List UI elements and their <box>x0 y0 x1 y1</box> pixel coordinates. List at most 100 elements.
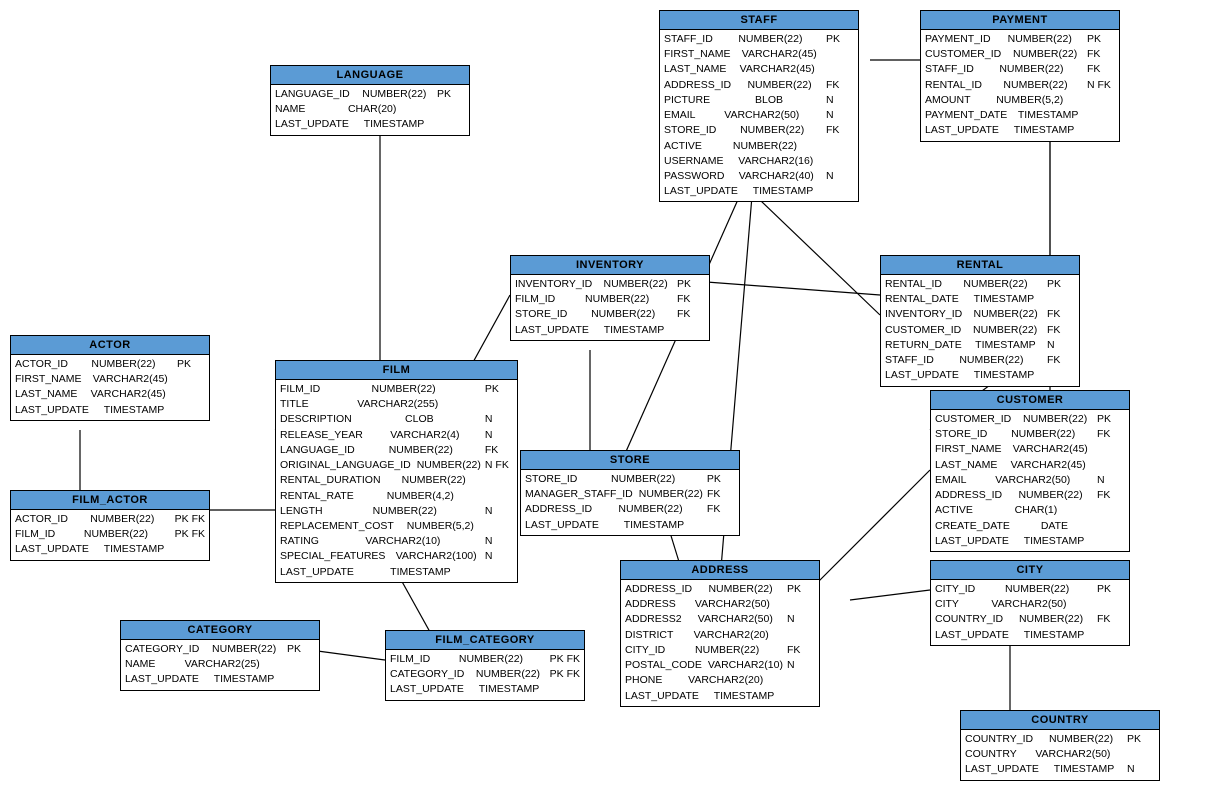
table-row: LANGUAGE_IDNUMBER(22)PK <box>275 87 465 102</box>
col-type: NUMBER(22) <box>999 62 1063 77</box>
col-name: PASSWORD <box>664 169 724 184</box>
table-row: USERNAMEVARCHAR2(16) <box>664 154 854 169</box>
table-row: DESCRIPTIONCLOBN <box>280 412 513 427</box>
col-key: FK <box>1047 323 1075 338</box>
col-type: NUMBER(22) <box>373 504 437 519</box>
table-header-staff: STAFF <box>660 11 858 30</box>
col-name: LAST_UPDATE <box>280 565 354 580</box>
col-key: PK <box>787 582 815 597</box>
col-key: FK <box>677 292 705 307</box>
col-key <box>437 102 465 117</box>
col-key: PK <box>1047 277 1075 292</box>
table-row: LAST_UPDATETIMESTAMP <box>280 565 513 580</box>
table-row: ADDRESS_IDNUMBER(22)FK <box>664 78 854 93</box>
table-row: ORIGINAL_LANGUAGE_IDNUMBER(22)N FK <box>280 458 513 473</box>
col-key <box>707 518 735 533</box>
table-row: ACTOR_IDNUMBER(22)PK <box>15 357 205 372</box>
table-row: INVENTORY_IDNUMBER(22)PK <box>515 277 705 292</box>
table-row: CITY_IDNUMBER(22)PK <box>935 582 1125 597</box>
table-row: SPECIAL_FEATURESVARCHAR2(100)N <box>280 549 513 564</box>
col-type: NUMBER(22) <box>1023 412 1087 427</box>
col-type: TIMESTAMP <box>104 542 164 557</box>
table-body-rental: RENTAL_IDNUMBER(22)PKRENTAL_DATETIMESTAM… <box>881 275 1079 386</box>
col-name: COUNTRY <box>965 747 1017 762</box>
col-type: NUMBER(22) <box>959 353 1023 368</box>
table-row: STORE_IDNUMBER(22)FK <box>515 307 705 322</box>
table-staff: STAFFSTAFF_IDNUMBER(22)PKFIRST_NAMEVARCH… <box>659 10 859 202</box>
table-header-film: FILM <box>276 361 517 380</box>
col-name: ORIGINAL_LANGUAGE_ID <box>280 458 411 473</box>
col-type: TIMESTAMP <box>624 518 684 533</box>
col-type: VARCHAR2(4) <box>390 428 459 443</box>
table-row: ACTOR_IDNUMBER(22)PK FK <box>15 512 205 527</box>
col-type: VARCHAR2(10) <box>365 534 440 549</box>
col-key <box>826 139 854 154</box>
table-row: FILM_IDNUMBER(22)PK FK <box>15 527 205 542</box>
table-header-inventory: INVENTORY <box>511 256 709 275</box>
table-payment: PAYMENTPAYMENT_IDNUMBER(22)PKCUSTOMER_ID… <box>920 10 1120 142</box>
col-type: NUMBER(4,2) <box>387 489 454 504</box>
col-name: COUNTRY_ID <box>935 612 1003 627</box>
col-type: CHAR(1) <box>1015 503 1058 518</box>
table-body-city: CITY_IDNUMBER(22)PKCITYVARCHAR2(50)COUNT… <box>931 580 1129 645</box>
table-row: CITYVARCHAR2(50) <box>935 597 1125 612</box>
col-type: VARCHAR2(50) <box>724 108 799 123</box>
col-name: EMAIL <box>664 108 696 123</box>
table-row: DISTRICTVARCHAR2(20) <box>625 628 815 643</box>
col-key: N FK <box>485 458 513 473</box>
table-row: RETURN_DATETIMESTAMPN <box>885 338 1075 353</box>
col-name: COUNTRY_ID <box>965 732 1033 747</box>
col-key: FK <box>1087 62 1115 77</box>
col-type: VARCHAR2(45) <box>1011 458 1086 473</box>
col-key: PK FK <box>175 512 205 527</box>
col-type: TIMESTAMP <box>364 117 424 132</box>
col-name: CITY_ID <box>935 582 975 597</box>
table-store: STORESTORE_IDNUMBER(22)PKMANAGER_STAFF_I… <box>520 450 740 536</box>
table-header-city: CITY <box>931 561 1129 580</box>
col-type: NUMBER(22) <box>362 87 426 102</box>
table-row: RENTAL_IDNUMBER(22)N FK <box>925 78 1115 93</box>
col-type: TIMESTAMP <box>1024 534 1084 549</box>
col-key <box>1097 458 1125 473</box>
table-category: CATEGORYCATEGORY_IDNUMBER(22)PKNAMEVARCH… <box>120 620 320 691</box>
table-body-customer: CUSTOMER_IDNUMBER(22)PKSTORE_IDNUMBER(22… <box>931 410 1129 551</box>
col-type: NUMBER(22) <box>212 642 276 657</box>
col-key <box>826 184 854 199</box>
col-name: LAST_NAME <box>15 387 77 402</box>
col-name: ACTIVE <box>935 503 973 518</box>
col-name: ADDRESS_ID <box>664 78 731 93</box>
table-row: LAST_UPDATETIMESTAMP <box>390 682 580 697</box>
col-type: NUMBER(22) <box>1008 32 1072 47</box>
col-name: DISTRICT <box>625 628 673 643</box>
table-row: RENTAL_DURATIONNUMBER(22) <box>280 473 513 488</box>
table-row: LAST_UPDATETIMESTAMP <box>935 628 1125 643</box>
col-name: STAFF_ID <box>885 353 934 368</box>
col-type: NUMBER(22) <box>973 323 1037 338</box>
col-name: LANGUAGE_ID <box>275 87 350 102</box>
col-type: VARCHAR2(255) <box>357 397 438 412</box>
col-name: LAST_UPDATE <box>390 682 464 697</box>
table-row: RENTAL_DATETIMESTAMP <box>885 292 1075 307</box>
col-key <box>1047 368 1075 383</box>
col-name: FILM_ID <box>15 527 55 542</box>
col-key: N <box>826 108 854 123</box>
table-header-customer: CUSTOMER <box>931 391 1129 410</box>
table-row: STAFF_IDNUMBER(22)PK <box>664 32 854 47</box>
col-name: LAST_UPDATE <box>525 518 599 533</box>
col-name: PICTURE <box>664 93 710 108</box>
col-key: FK <box>787 643 815 658</box>
col-key: N FK <box>1087 78 1115 93</box>
col-type: NUMBER(22) <box>84 527 148 542</box>
er-diagram: STAFFSTAFF_IDNUMBER(22)PKFIRST_NAMEVARCH… <box>0 0 1219 805</box>
col-type: TIMESTAMP <box>1014 123 1074 138</box>
col-name: LAST_NAME <box>664 62 726 77</box>
table-body-payment: PAYMENT_IDNUMBER(22)PKCUSTOMER_IDNUMBER(… <box>921 30 1119 141</box>
col-name: CATEGORY_ID <box>390 667 464 682</box>
col-name: PHONE <box>625 673 662 688</box>
col-key: N <box>485 504 513 519</box>
table-row: LAST_UPDATE TIMESTAMP <box>525 518 735 533</box>
col-name: NAME <box>275 102 305 117</box>
col-type: VARCHAR2(16) <box>738 154 813 169</box>
table-header-category: CATEGORY <box>121 621 319 640</box>
col-type: NUMBER(22) <box>974 307 1038 322</box>
